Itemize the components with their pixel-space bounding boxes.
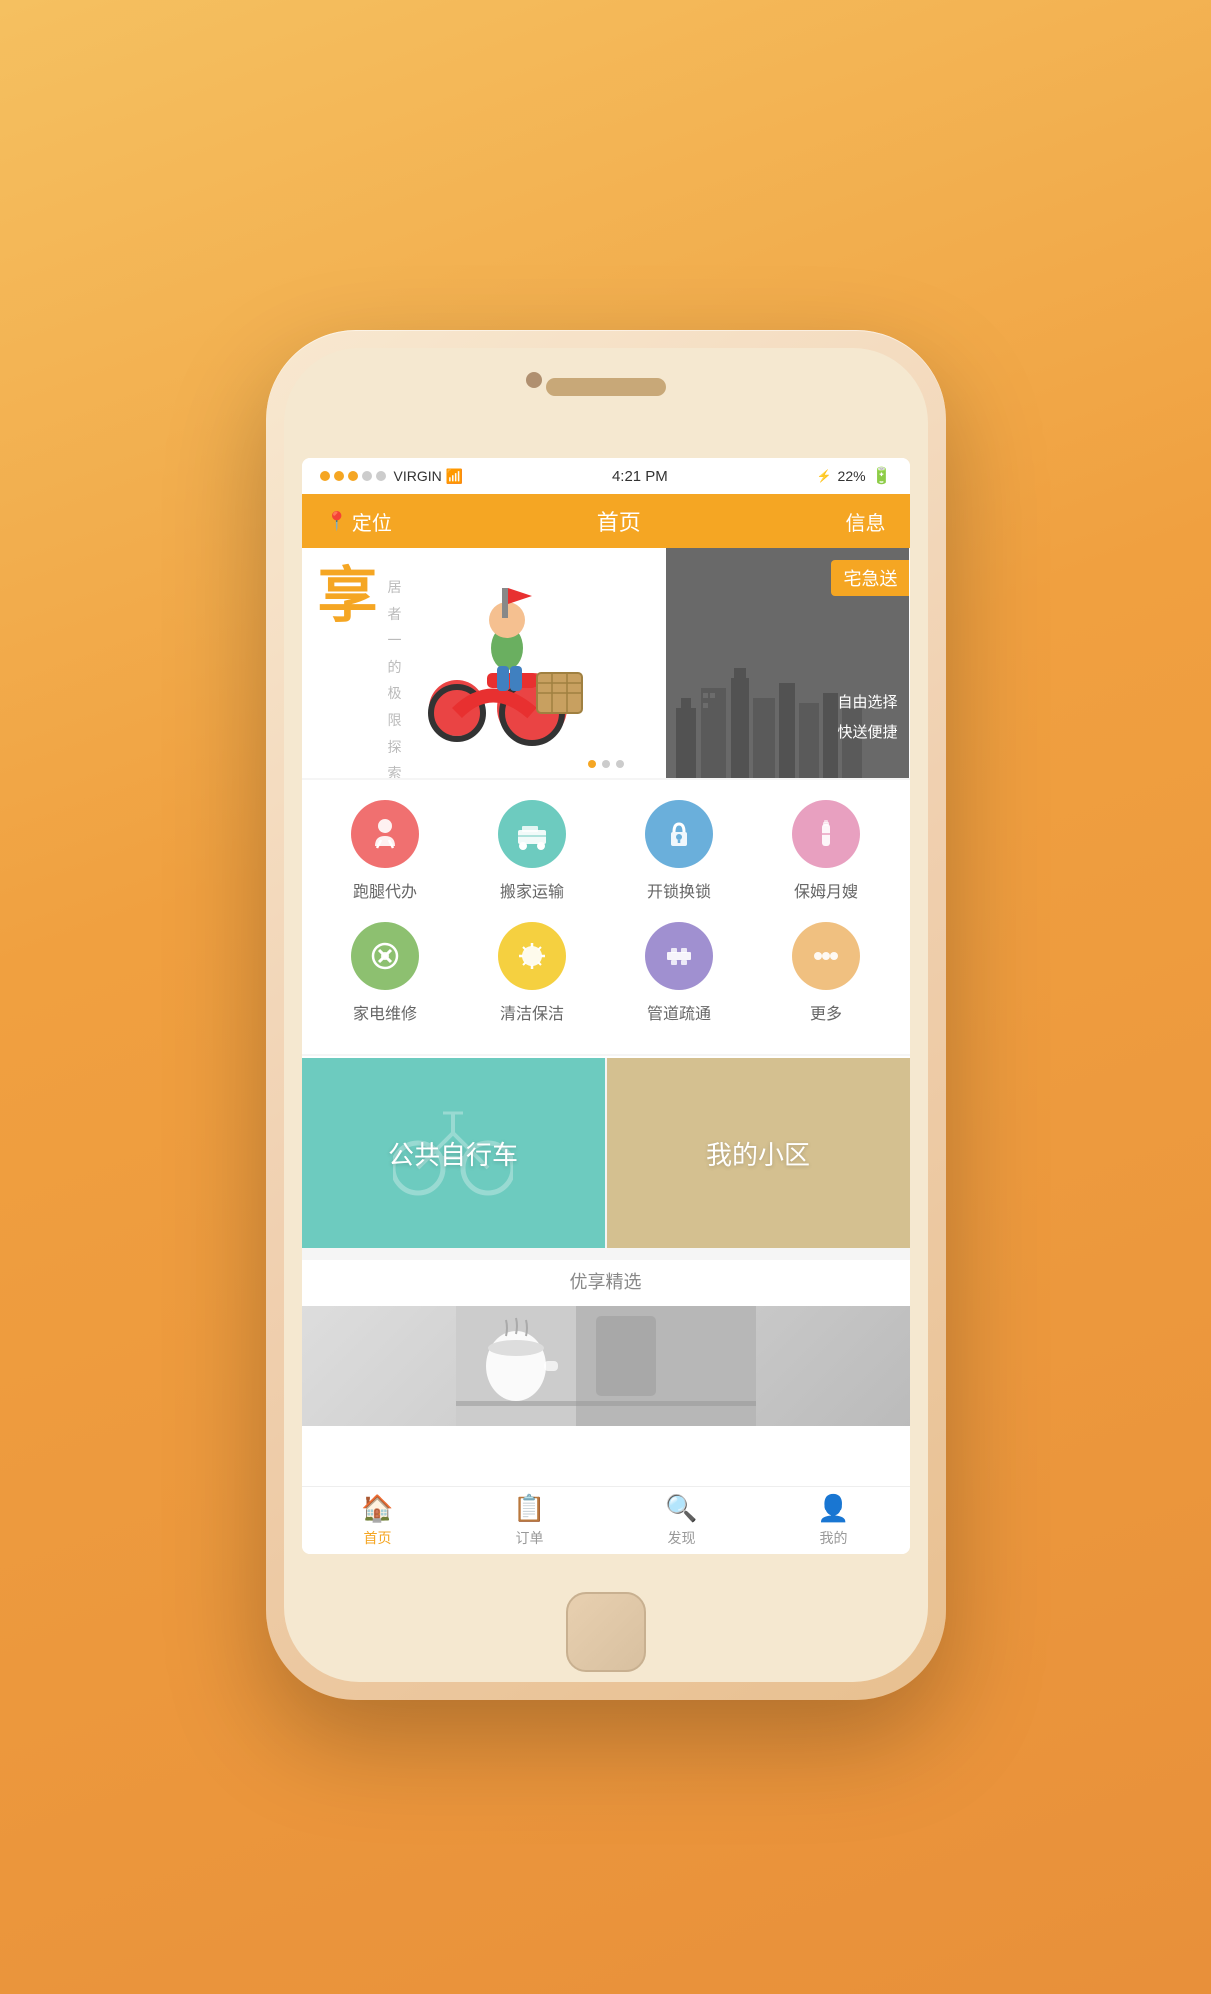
more-label: 更多 <box>810 1000 842 1024</box>
plumbing-icon <box>645 922 713 990</box>
featured-section: 优享精选 <box>302 1248 910 1426</box>
subtitle-line1: 自由选择 <box>837 694 897 711</box>
cleaning-icon <box>498 922 566 990</box>
phone-home-button[interactable] <box>566 1592 646 1672</box>
banner-pagination <box>588 760 624 768</box>
service-repair[interactable]: 家电维修 <box>320 922 449 1024</box>
bluetooth-icon: ⚡ <box>817 469 832 483</box>
dot-3[interactable] <box>616 760 624 768</box>
service-errand[interactable]: 跑腿代办 <box>320 800 449 902</box>
enjoy-character: 享 <box>318 566 378 626</box>
service-nanny[interactable]: 保姆月嫂 <box>761 800 890 902</box>
separator-2 <box>302 1054 910 1056</box>
phone-camera <box>526 372 542 388</box>
phone-speaker <box>546 378 666 396</box>
orders-label: 订单 <box>516 1528 544 1548</box>
moving-label: 搬家运输 <box>500 878 564 902</box>
signal-dot-1 <box>320 471 330 481</box>
banner-section: 享 居者一的极限探索 <box>302 548 910 778</box>
tab-home[interactable]: 🏠 首页 <box>361 1493 393 1548</box>
wifi-icon: 📶 <box>446 468 463 485</box>
navbar-title: 首页 <box>597 505 641 537</box>
banner-service-subtitle: 自由选择 快送便捷 <box>837 688 897 748</box>
locksmith-label: 开锁换锁 <box>647 878 711 902</box>
app-navbar: 📍 定位 首页 信息 <box>302 494 910 548</box>
signal-dot-2 <box>334 471 344 481</box>
discover-label: 发现 <box>668 1528 696 1548</box>
status-time: 4:21 PM <box>612 468 668 485</box>
service-moving[interactable]: 搬家运输 <box>467 800 596 902</box>
status-bar: VIRGIN 📶 4:21 PM ⚡ 22% 🔋 <box>302 458 910 494</box>
status-battery: ⚡ 22% 🔋 <box>817 466 892 486</box>
profile-icon: 👤 <box>817 1493 849 1524</box>
status-carrier: VIRGIN 📶 <box>320 468 464 485</box>
nanny-icon <box>792 800 860 868</box>
featured-header: 优享精选 <box>302 1260 910 1306</box>
orders-icon: 📋 <box>513 1493 545 1524</box>
location-icon: 📍 <box>326 511 348 532</box>
errand-label: 跑腿代办 <box>353 878 417 902</box>
phone-screen: VIRGIN 📶 4:21 PM ⚡ 22% 🔋 📍 定位 <box>302 458 910 1554</box>
services-row-1: 跑腿代办 <box>312 800 900 902</box>
signal-dot-4 <box>362 471 372 481</box>
banner-right: 宅急送 自由选择 快送便捷 <box>666 548 909 778</box>
dot-1[interactable] <box>588 760 596 768</box>
phone-device: VIRGIN 📶 4:21 PM ⚡ 22% 🔋 📍 定位 <box>266 330 946 1700</box>
profile-label: 我的 <box>820 1528 848 1548</box>
battery-icon: 🔋 <box>872 466 892 486</box>
service-plumbing[interactable]: 管道疏通 <box>614 922 743 1024</box>
featured-image <box>302 1306 910 1426</box>
phone-inner-shell: VIRGIN 📶 4:21 PM ⚡ 22% 🔋 📍 定位 <box>284 348 928 1682</box>
banner-vertical-text: 居者一的极限探索 <box>388 574 402 778</box>
nanny-label: 保姆月嫂 <box>794 878 858 902</box>
feature-banners: 公共自行车 我的小区 <box>302 1058 910 1248</box>
community-feature[interactable]: 我的小区 <box>607 1058 910 1248</box>
errand-icon <box>351 800 419 868</box>
more-icon <box>792 922 860 990</box>
navbar-info[interactable]: 信息 <box>846 507 886 536</box>
subtitle-line2: 快送便捷 <box>837 724 897 741</box>
banner-badge[interactable]: 宅急送 <box>831 560 909 596</box>
repair-label: 家电维修 <box>353 1000 417 1024</box>
scooter-illustration <box>402 558 622 748</box>
signal-dot-3 <box>348 471 358 481</box>
dot-2[interactable] <box>602 760 610 768</box>
services-grid: 跑腿代办 <box>302 780 910 1054</box>
service-locksmith[interactable]: 开锁换锁 <box>614 800 743 902</box>
locksmith-icon <box>645 800 713 868</box>
community-label: 我的小区 <box>706 1135 810 1172</box>
carrier-name: VIRGIN <box>394 468 442 484</box>
discover-icon: 🔍 <box>665 1493 697 1524</box>
bottom-tabbar: 🏠 首页 📋 订单 🔍 发现 👤 我的 <box>302 1486 910 1554</box>
bike-label: 公共自行车 <box>388 1135 518 1172</box>
moving-icon <box>498 800 566 868</box>
navbar-location[interactable]: 📍 定位 <box>326 507 392 536</box>
home-label: 首页 <box>364 1528 392 1548</box>
bike-feature[interactable]: 公共自行车 <box>302 1058 605 1248</box>
services-row-2: 家电维修 <box>312 922 900 1024</box>
home-icon: 🏠 <box>361 1493 393 1524</box>
service-more[interactable]: 更多 <box>761 922 890 1024</box>
repair-icon <box>351 922 419 990</box>
service-cleaning[interactable]: 清洁保洁 <box>467 922 596 1024</box>
signal-dot-5 <box>376 471 386 481</box>
cleaning-label: 清洁保洁 <box>500 1000 564 1024</box>
phone-outer-shell: VIRGIN 📶 4:21 PM ⚡ 22% 🔋 📍 定位 <box>266 330 946 1700</box>
tab-profile[interactable]: 👤 我的 <box>817 1493 849 1548</box>
tab-discover[interactable]: 🔍 发现 <box>665 1493 697 1548</box>
tab-orders[interactable]: 📋 订单 <box>513 1493 545 1548</box>
navbar-location-label: 定位 <box>352 507 392 536</box>
battery-percentage: 22% <box>838 468 866 484</box>
plumbing-label: 管道疏通 <box>647 1000 711 1024</box>
